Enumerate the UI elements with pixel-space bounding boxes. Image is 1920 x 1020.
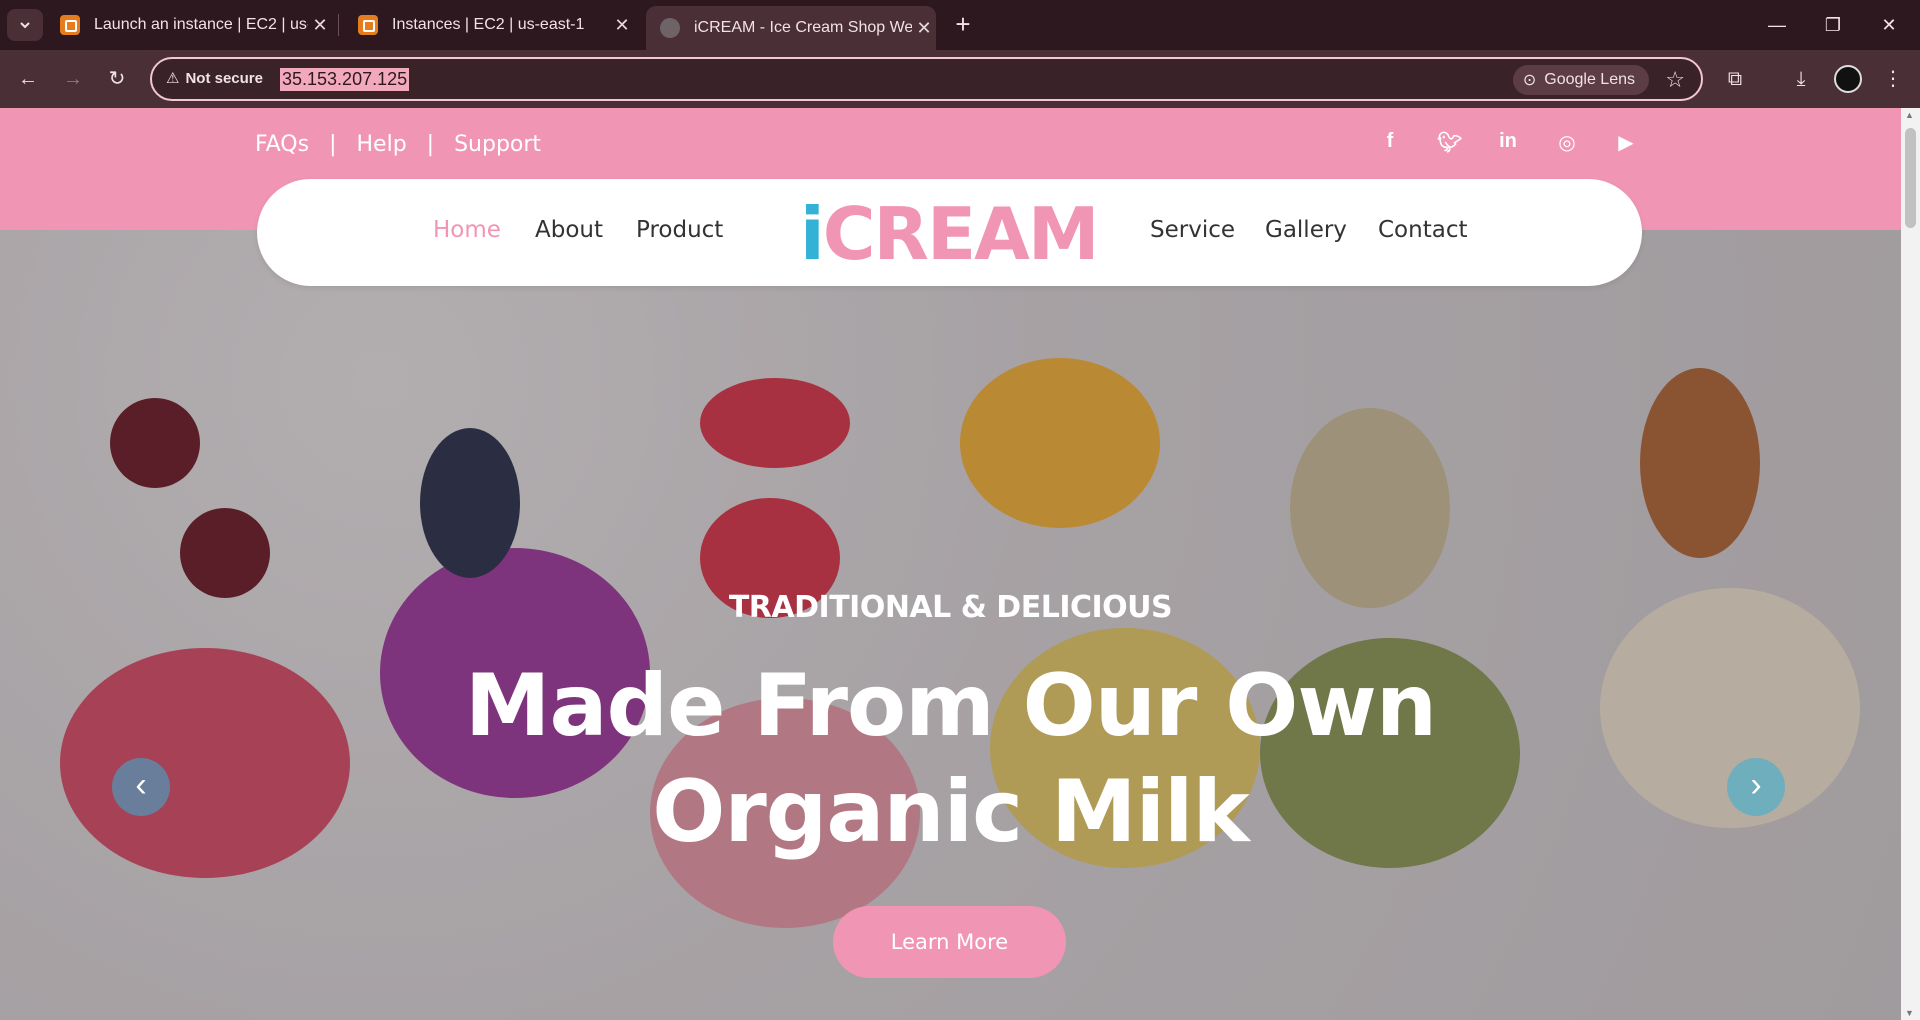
camera-icon: ⊙ [1522, 72, 1537, 89]
lens-label: Google Lens [1544, 71, 1635, 88]
nav-about[interactable]: About [535, 217, 603, 243]
hero-title-line1: Made From Our Own [464, 656, 1437, 756]
nav-service[interactable]: Service [1150, 217, 1235, 243]
nav-product[interactable]: Product [636, 217, 723, 243]
main-nav: Home About Product iCREAM Service Galler… [257, 179, 1642, 286]
tab-ec2-instances[interactable]: Instances | EC2 | us-east-1 ✕ [344, 8, 634, 42]
reload-button[interactable]: ↻ [100, 62, 134, 96]
separator: | [329, 132, 337, 157]
nav-contact[interactable]: Contact [1378, 217, 1467, 243]
twitter-icon[interactable]: 🐦︎ [1437, 130, 1462, 155]
tab-title: iCREAM - Ice Cream Shop Webs [694, 19, 912, 36]
google-lens-button[interactable]: ⊙ Google Lens [1512, 65, 1649, 95]
address-bar[interactable]: ⚠ Not secure 35.153.207.125 ⊙ Google Len… [150, 57, 1703, 101]
minimize-button[interactable]: — [1755, 10, 1799, 40]
support-link[interactable]: Support [454, 132, 541, 157]
linkedin-icon[interactable]: in [1496, 130, 1520, 155]
scroll-thumb[interactable] [1905, 128, 1916, 228]
window-close-button[interactable]: ✕ [1867, 10, 1911, 40]
top-links: FAQs | Help | Support [255, 132, 541, 157]
globe-icon [660, 18, 680, 38]
logo-i: i [800, 192, 825, 276]
page-scrollbar[interactable]: ▲ ▼ [1901, 108, 1920, 1020]
aws-icon [60, 15, 80, 35]
chevron-down-icon [20, 22, 30, 29]
site-logo[interactable]: iCREAM [800, 192, 1100, 276]
tab-search-button[interactable] [7, 9, 43, 41]
warning-icon: ⚠ [166, 70, 180, 87]
tab-ec2-launch[interactable]: Launch an instance | EC2 | us-ea ✕ [46, 8, 332, 42]
hero-subtitle: TRADITIONAL & DELICIOUS [728, 590, 1173, 625]
restore-button[interactable]: ❐ [1811, 10, 1855, 40]
logo-cream: CREAM [822, 192, 1100, 276]
scroll-down-arrow[interactable]: ▼ [1905, 1008, 1914, 1018]
instagram-icon[interactable]: ◎ [1555, 130, 1579, 155]
security-label: Not secure [185, 69, 263, 87]
learn-more-button[interactable]: Learn More [833, 906, 1066, 978]
help-link[interactable]: Help [357, 132, 407, 157]
nav-home[interactable]: Home [433, 217, 501, 243]
close-icon[interactable]: ✕ [610, 15, 634, 36]
close-icon[interactable]: ✕ [308, 15, 332, 36]
hero-title-line2: Organic Milk [652, 762, 1249, 862]
facebook-icon[interactable]: f [1378, 130, 1402, 155]
tab-strip: Launch an instance | EC2 | us-ea ✕ Insta… [0, 0, 1920, 50]
hero-title: Made From Our Own Organic Milk [0, 653, 1901, 865]
tab-title: Instances | EC2 | us-east-1 [392, 16, 585, 33]
tab-icream-active[interactable]: iCREAM - Ice Cream Shop Webs ✕ [646, 6, 936, 50]
aws-icon [358, 15, 378, 35]
browser-toolbar: ← → ↻ ⚠ Not secure 35.153.207.125 ⊙ Goog… [0, 50, 1920, 108]
separator: | [426, 132, 435, 157]
avatar[interactable] [1834, 65, 1862, 93]
tab-title: Launch an instance | EC2 | us-ea [94, 16, 308, 33]
back-button[interactable]: ← [11, 62, 45, 96]
carousel-next-button[interactable]: › [1727, 758, 1785, 816]
url-text[interactable]: 35.153.207.125 [280, 68, 410, 91]
security-indicator[interactable]: ⚠ Not secure [166, 69, 263, 88]
nav-gallery[interactable]: Gallery [1265, 217, 1347, 243]
download-icon[interactable]: ⤓ [1786, 64, 1816, 94]
scroll-up-arrow[interactable]: ▲ [1905, 110, 1914, 120]
tab-divider [338, 14, 339, 36]
youtube-icon[interactable]: ▶ [1614, 130, 1638, 155]
new-tab-button[interactable]: + [948, 10, 978, 40]
faqs-link[interactable]: FAQs [255, 132, 309, 157]
social-links: f 🐦︎ in ◎ ▶ [1378, 130, 1638, 155]
close-icon[interactable]: ✕ [912, 18, 936, 39]
forward-button[interactable]: → [56, 62, 90, 96]
page-viewport: FAQs | Help | Support f 🐦︎ in ◎ ▶ Home A… [0, 108, 1901, 1020]
carousel-prev-button[interactable]: ‹ [112, 758, 170, 816]
extensions-icon[interactable]: ⧉ [1720, 64, 1750, 94]
more-menu-icon[interactable]: ⋮ [1878, 64, 1908, 94]
bookmark-star-icon[interactable]: ☆ [1665, 67, 1685, 93]
